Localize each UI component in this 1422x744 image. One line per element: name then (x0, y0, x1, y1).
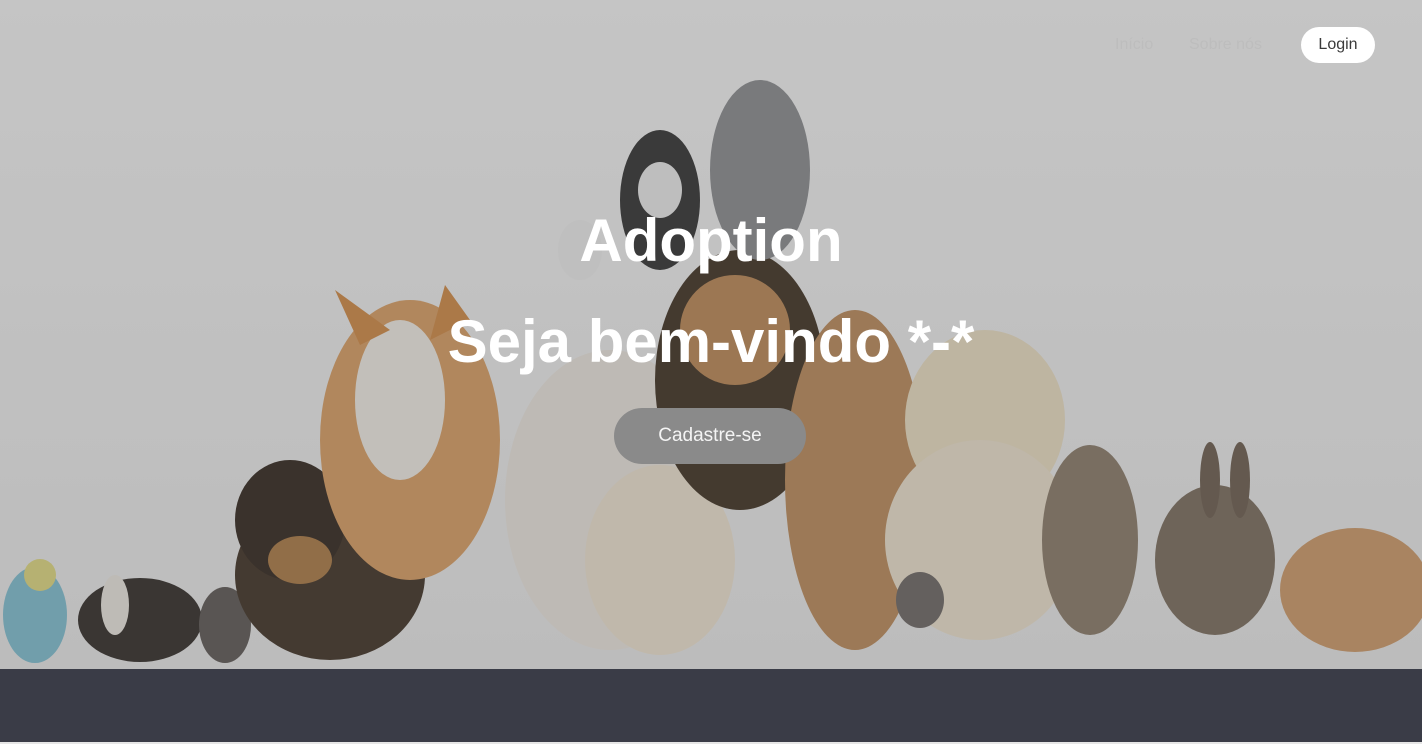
hero-subtitle: Seja bem-vindo *-* (447, 308, 975, 375)
hero-section: Início Sobre nós Login Adoption Seja bem… (0, 0, 1422, 669)
hero-title: Adoption (579, 207, 843, 274)
login-button[interactable]: Login (1301, 27, 1375, 63)
footer-band (0, 669, 1422, 742)
top-navbar: Início Sobre nós Login (0, 27, 1422, 63)
nav-link-inicio[interactable]: Início (1115, 36, 1153, 54)
nav-link-sobre-nos[interactable]: Sobre nós (1189, 36, 1262, 54)
signup-button[interactable]: Cadastre-se (614, 408, 806, 464)
